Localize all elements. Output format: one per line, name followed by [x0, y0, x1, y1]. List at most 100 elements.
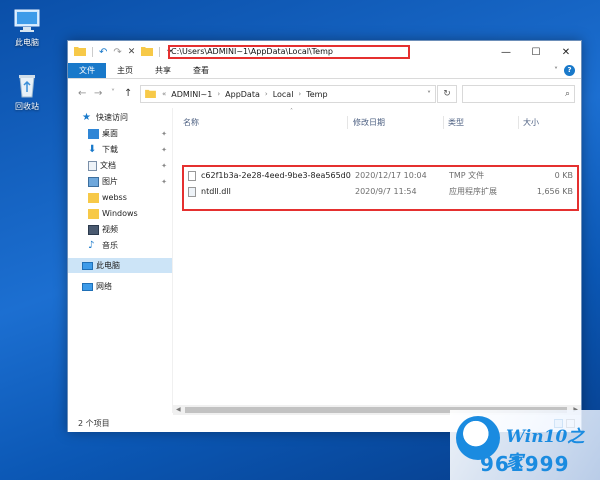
minimize-button[interactable]: — [491, 41, 521, 63]
breadcrumb-chevron-icon: › [264, 90, 268, 98]
file-date: 2020/12/17 10:04 [355, 171, 427, 180]
tab-home[interactable]: 主页 [106, 63, 144, 78]
column-header-size[interactable]: 大小 [523, 115, 539, 131]
redo-icon[interactable]: ↷ [113, 47, 121, 58]
breadcrumb-item[interactable]: ADMINI~1 [168, 90, 215, 99]
pin-icon: ✦ [161, 129, 167, 138]
sidebar-item-webss[interactable]: webss [68, 190, 172, 205]
close-button[interactable]: ✕ [551, 41, 581, 63]
sidebar-item-desktop[interactable]: 桌面 ✦ [68, 126, 172, 141]
computer-icon [12, 8, 42, 34]
tab-share[interactable]: 共享 [144, 63, 182, 78]
up-button[interactable]: ↑ [124, 88, 132, 99]
column-header-name[interactable]: 名称 [183, 115, 199, 131]
breadcrumb-item[interactable]: Temp [303, 90, 330, 99]
window-title-path: C:\Users\ADMINI~1\AppData\Local\Temp [168, 45, 410, 59]
column-separator[interactable] [347, 116, 348, 129]
breadcrumb-chevron-icon: › [217, 90, 221, 98]
videos-icon [88, 224, 99, 235]
address-bar[interactable]: « ADMINI~1 › AppData › Local › Temp ˅ [140, 85, 436, 103]
breadcrumb-item[interactable]: AppData [222, 90, 263, 99]
window-controls: — ☐ ✕ [491, 41, 581, 63]
file-size: 1,656 KB [536, 187, 573, 196]
folder-icon [88, 208, 99, 219]
column-header-type[interactable]: 类型 [448, 115, 464, 131]
tab-file[interactable]: 文件 [68, 63, 106, 78]
sidebar-item-documents[interactable]: 文档 ✦ [68, 158, 172, 173]
pin-icon: ✦ [161, 161, 167, 170]
sidebar-item-label: 此电脑 [96, 261, 120, 270]
file-row[interactable]: ntdll.dll 2020/9/7 11:54 应用程序扩展 1,656 KB [185, 185, 575, 199]
quick-access-toolbar: ↶ ↷ ✕ ⏷ [74, 45, 173, 59]
scroll-left-icon[interactable]: ◀ [176, 405, 181, 415]
sidebar-item-quick-access[interactable]: ★ 快速访问 [68, 110, 172, 125]
navigation-bar: ← → ˅ ↑ « ADMINI~1 › AppData › Local › T… [68, 80, 581, 108]
file-explorer-window: ↶ ↷ ✕ ⏷ C:\Users\ADMINI~1\AppData\Local\… [67, 40, 582, 432]
file-name: c62f1b3a-2e28-4eed-9be3-8ea565d0... [201, 171, 351, 180]
sidebar-item-label: 快速访问 [96, 113, 128, 122]
watermark-logo: Win10之家 961999 [450, 410, 600, 480]
search-icon: ⌕ [564, 89, 570, 99]
forward-button[interactable]: → [94, 88, 102, 99]
star-icon: ★ [82, 111, 91, 123]
sidebar-item-label: Windows [102, 209, 138, 218]
breadcrumb-chevron-icon: › [298, 90, 302, 98]
file-size: 0 KB [554, 171, 573, 180]
sidebar-item-label: 图片 [102, 177, 118, 186]
refresh-button[interactable]: ↻ [437, 85, 457, 103]
file-list: ˄ 名称 修改日期 类型 大小 c62f1b3a-2e28-4eed-9be3-… [173, 108, 581, 413]
help-icon[interactable]: ? [564, 65, 575, 76]
folder-icon [145, 89, 156, 100]
sidebar-item-label: 视频 [102, 225, 118, 234]
maximize-button[interactable]: ☐ [521, 41, 551, 63]
desktop-icon [88, 128, 99, 139]
file-date: 2020/9/7 11:54 [355, 187, 417, 196]
breadcrumb-item[interactable]: Local [270, 90, 297, 99]
download-icon: ⬇ [88, 143, 97, 155]
desktop-icon-label: 此电脑 [15, 38, 39, 47]
title-bar: ↶ ↷ ✕ ⏷ C:\Users\ADMINI~1\AppData\Local\… [68, 41, 581, 63]
folder-icon [74, 46, 86, 58]
folder-icon [88, 192, 99, 203]
file-type: 应用程序扩展 [449, 187, 497, 196]
sidebar-item-videos[interactable]: 视频 [68, 222, 172, 237]
desktop-icon-recycle-bin[interactable]: 回收站 [4, 72, 50, 112]
desktop-icon-label: 回收站 [15, 102, 39, 111]
navigation-pane: ★ 快速访问 桌面 ✦ ⬇ 下载 ✦ 文档 ✦ 图片 ✦ webss Windo… [68, 108, 172, 413]
back-button[interactable]: ← [78, 88, 86, 99]
file-row[interactable]: c62f1b3a-2e28-4eed-9be3-8ea565d0... 2020… [185, 169, 575, 183]
breadcrumb-overflow[interactable]: « [160, 90, 168, 98]
sidebar-item-network[interactable]: 网络 [68, 279, 172, 294]
delete-icon[interactable]: ✕ [128, 47, 136, 57]
network-icon [82, 282, 93, 291]
sidebar-item-windows[interactable]: Windows [68, 206, 172, 221]
expand-ribbon-icon[interactable]: ˅ [554, 66, 558, 75]
new-folder-icon[interactable] [141, 46, 154, 58]
watermark-text: 961999 [480, 452, 570, 476]
search-input[interactable]: ⌕ [462, 85, 575, 103]
sidebar-item-pictures[interactable]: 图片 ✦ [68, 174, 172, 189]
pin-icon: ✦ [161, 145, 167, 154]
ribbon-tabs: 文件 主页 共享 查看 ˅ ? [68, 63, 581, 79]
undo-icon[interactable]: ↶ [99, 47, 107, 58]
column-separator[interactable] [443, 116, 444, 129]
sidebar-item-label: 网络 [96, 282, 112, 291]
column-separator[interactable] [518, 116, 519, 129]
pin-icon: ✦ [161, 177, 167, 186]
recycle-bin-icon [12, 72, 42, 98]
column-header-date[interactable]: 修改日期 [353, 115, 385, 131]
item-count: 2 个项目 [78, 419, 110, 428]
file-name: ntdll.dll [201, 187, 231, 196]
sidebar-item-label: webss [102, 193, 127, 202]
address-dropdown-icon[interactable]: ˅ [427, 90, 435, 99]
sidebar-item-label: 文档 [100, 161, 116, 170]
desktop-icon-this-pc[interactable]: 此电脑 [4, 8, 50, 48]
sidebar-item-music[interactable]: ♪ 音乐 [68, 238, 172, 253]
tab-view[interactable]: 查看 [182, 63, 220, 78]
recent-locations-button[interactable]: ˅ [111, 88, 115, 97]
dll-file-icon [188, 187, 196, 197]
sidebar-item-downloads[interactable]: ⬇ 下载 ✦ [68, 142, 172, 157]
separator [159, 47, 161, 57]
sidebar-item-this-pc[interactable]: 此电脑 [68, 258, 172, 273]
music-icon: ♪ [88, 239, 95, 251]
